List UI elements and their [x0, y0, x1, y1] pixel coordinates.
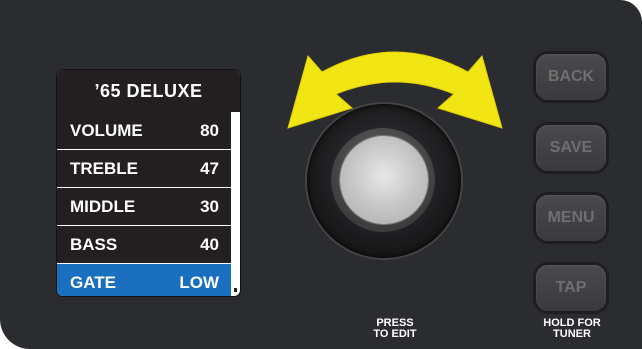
param-label: TREBLE — [70, 159, 138, 178]
menu-button[interactable]: MENU — [536, 195, 606, 241]
list-scrollbar[interactable] — [234, 116, 237, 292]
param-row-gate[interactable]: GATE LOW — [57, 264, 231, 296]
knob-caption-line2: TO EDIT — [373, 328, 417, 340]
encoder-knob-cap[interactable] — [340, 136, 428, 224]
param-value: 40 — [200, 235, 219, 254]
tap-caption: HOLD FOR TUNER — [522, 318, 622, 340]
param-label: VOLUME — [70, 121, 143, 140]
lcd-screen: ’65 DELUXE VOLUME 80 TREBLE 47 MIDDLE 30… — [57, 70, 240, 296]
param-label: GATE — [70, 273, 116, 292]
back-button[interactable]: BACK — [536, 54, 606, 100]
parameter-list: VOLUME 80 TREBLE 47 MIDDLE 30 BASS 40 GA… — [57, 112, 240, 296]
param-row-volume[interactable]: VOLUME 80 — [57, 112, 231, 150]
tap-button[interactable]: TAP — [536, 265, 606, 311]
amp-control-panel: ’65 DELUXE VOLUME 80 TREBLE 47 MIDDLE 30… — [0, 0, 642, 349]
preset-name: ’65 DELUXE — [57, 70, 240, 112]
tap-caption-line2: TUNER — [553, 328, 591, 340]
param-value: 30 — [200, 197, 219, 216]
param-value: 47 — [200, 159, 219, 178]
scrollbar-thumb[interactable] — [234, 116, 237, 288]
knob-caption: PRESS TO EDIT — [340, 318, 450, 340]
param-row-bass[interactable]: BASS 40 — [57, 226, 231, 264]
param-label: BASS — [70, 235, 118, 254]
param-label: MIDDLE — [70, 197, 136, 216]
save-button[interactable]: SAVE — [536, 125, 606, 171]
param-row-middle[interactable]: MIDDLE 30 — [57, 188, 231, 226]
param-row-treble[interactable]: TREBLE 47 — [57, 150, 231, 188]
param-value: 80 — [200, 121, 219, 140]
param-value: LOW — [179, 273, 219, 292]
